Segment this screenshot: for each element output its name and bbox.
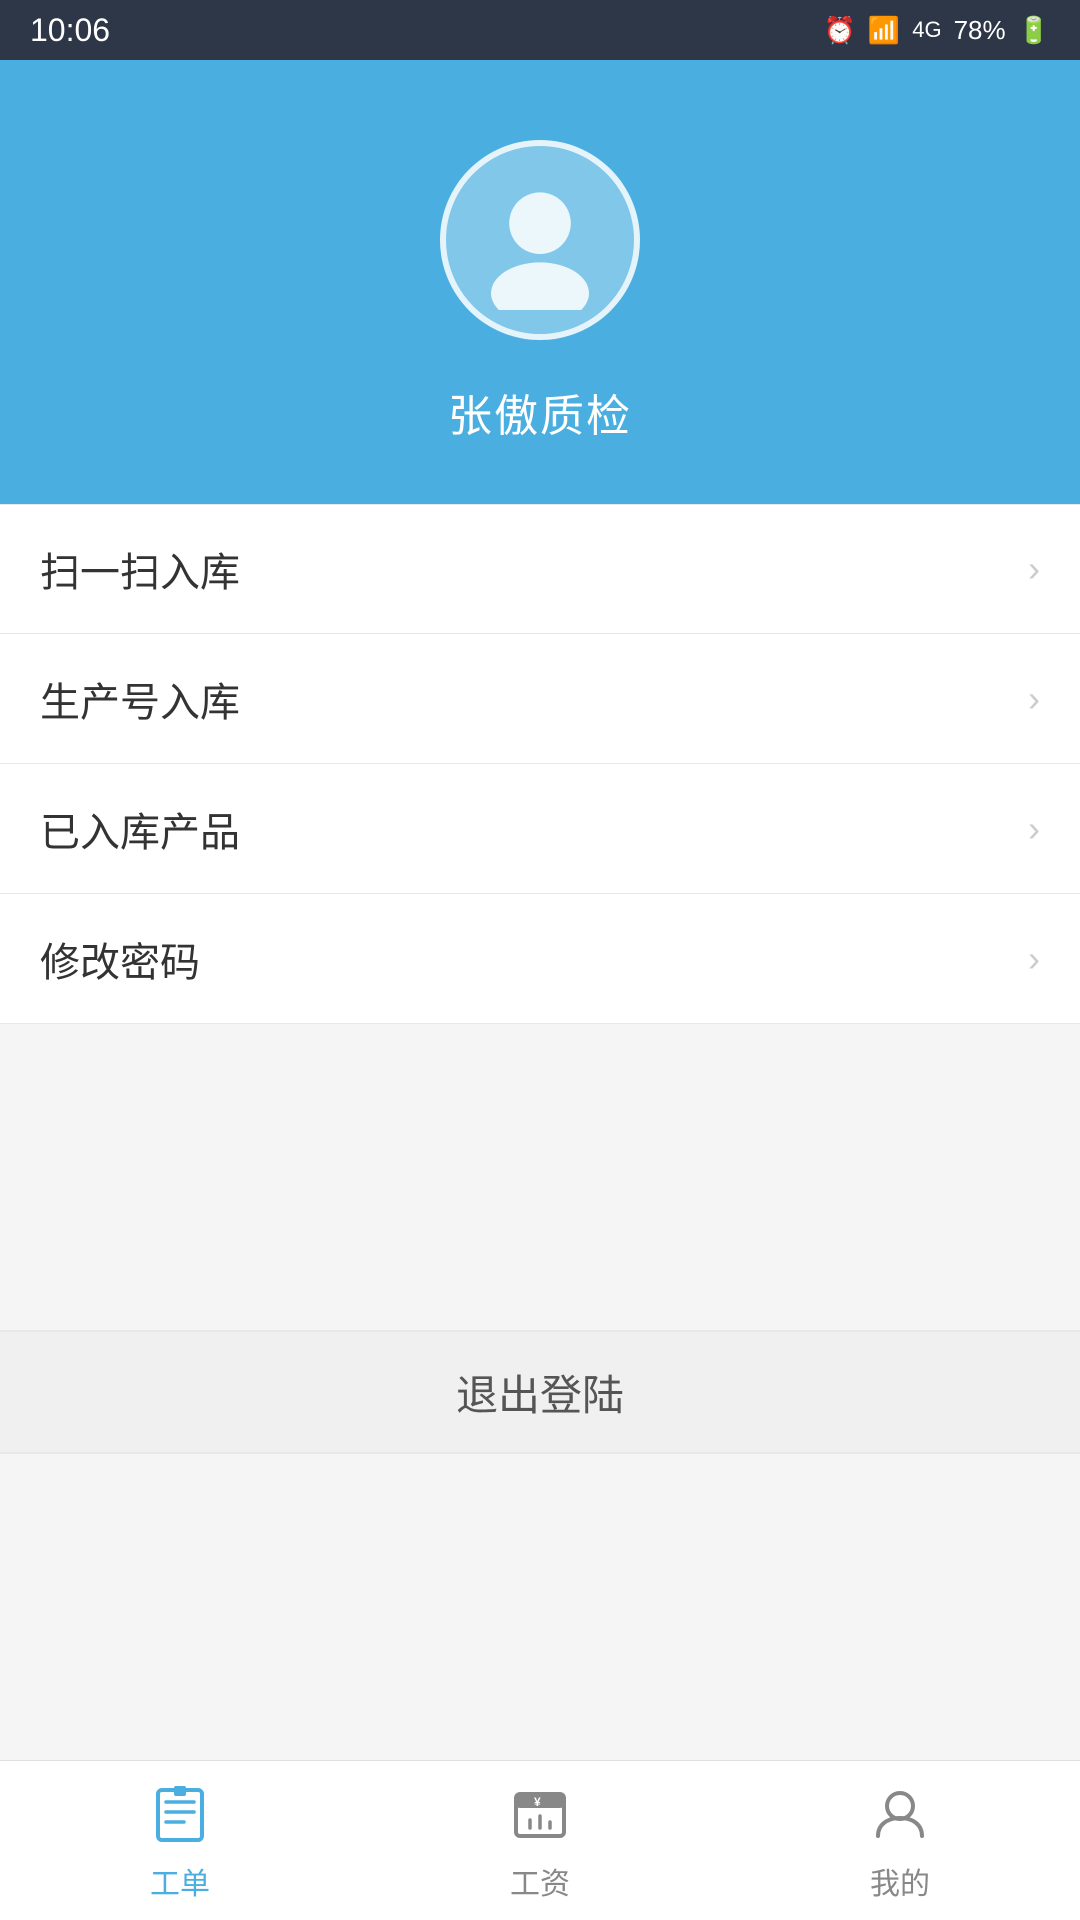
status-icons: ⏰ 📶 4G 78% 🔋: [823, 15, 1050, 46]
middle-spacer: [0, 1024, 1080, 1330]
battery-label: 78%: [954, 15, 1006, 46]
menu-item-warehoused-products[interactable]: 已入库产品 ›: [0, 764, 1080, 894]
logout-button[interactable]: 退出登陆: [0, 1332, 1080, 1452]
profile-name: 张傲质检: [448, 380, 632, 444]
nav-item-workorder[interactable]: 工单: [0, 1761, 360, 1920]
nav-label-salary: 工资: [510, 1859, 570, 1903]
mine-icon: [865, 1779, 935, 1849]
menu-item-change-password-label: 修改密码: [40, 930, 200, 988]
alarm-icon: ⏰: [823, 15, 855, 46]
menu-item-change-password[interactable]: 修改密码 ›: [0, 894, 1080, 1024]
logout-section: 退出登陆: [0, 1330, 1080, 1454]
status-time: 10:06: [30, 12, 110, 49]
menu-item-production-warehousing[interactable]: 生产号入库 ›: [0, 634, 1080, 764]
nav-label-workorder: 工单: [150, 1859, 210, 1903]
profile-header: 张傲质检: [0, 60, 1080, 504]
menu-item-warehoused-products-label: 已入库产品: [40, 800, 240, 858]
workorder-icon: [145, 1779, 215, 1849]
status-bar: 10:06 ⏰ 📶 4G 78% 🔋: [0, 0, 1080, 60]
menu-item-production-warehousing-label: 生产号入库: [40, 670, 240, 728]
salary-icon: ¥: [505, 1779, 575, 1849]
signal-icon: 4G: [912, 17, 941, 43]
avatar: [440, 140, 640, 340]
chevron-right-icon-1: ›: [1028, 548, 1040, 590]
avatar-svg: [470, 170, 610, 310]
chevron-right-icon-2: ›: [1028, 678, 1040, 720]
chevron-right-icon-4: ›: [1028, 938, 1040, 980]
bottom-spacer: [0, 1454, 1080, 1760]
chevron-right-icon-3: ›: [1028, 808, 1040, 850]
nav-item-mine[interactable]: 我的: [720, 1761, 1080, 1920]
menu-list: 扫一扫入库 › 生产号入库 › 已入库产品 › 修改密码 ›: [0, 504, 1080, 1024]
wifi-icon: 📶: [868, 15, 900, 46]
battery-icon: 🔋: [1018, 15, 1050, 46]
nav-item-salary[interactable]: ¥ 工资: [360, 1761, 720, 1920]
menu-item-scan-warehousing[interactable]: 扫一扫入库 ›: [0, 504, 1080, 634]
content-area: 张傲质检 扫一扫入库 › 生产号入库 › 已入库产品 › 修改密码 › 退出登陆: [0, 60, 1080, 1760]
nav-label-mine: 我的: [870, 1859, 930, 1903]
menu-item-scan-warehousing-label: 扫一扫入库: [40, 540, 240, 598]
bottom-nav: 工单 ¥ 工资 我的: [0, 1760, 1080, 1920]
svg-text:¥: ¥: [534, 1795, 541, 1809]
